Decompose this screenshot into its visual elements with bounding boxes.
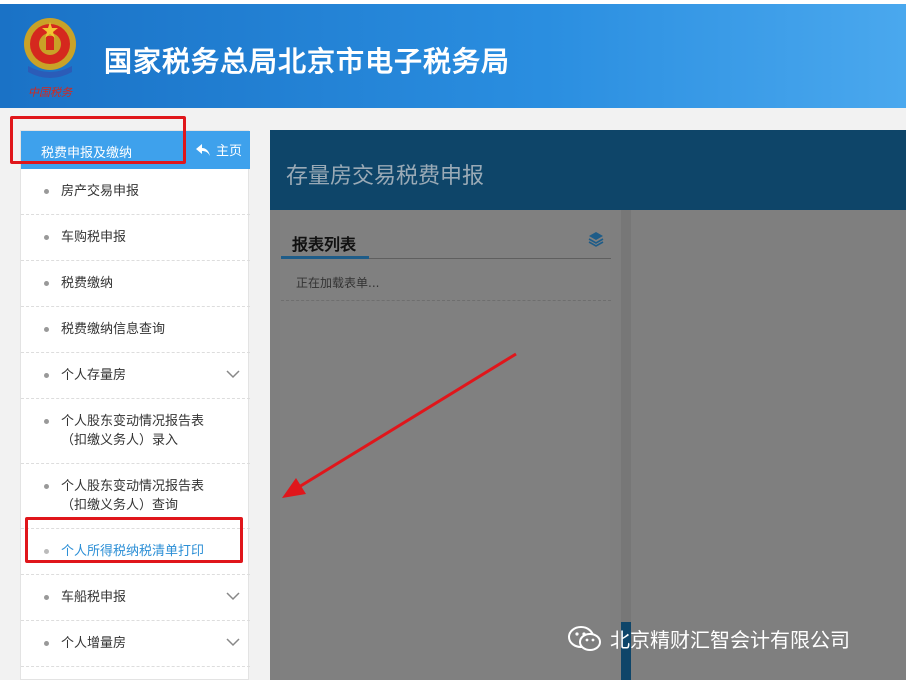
sidebar-item-personal-existing-housing[interactable]: 个人存量房	[21, 353, 250, 399]
highlight-box-section	[10, 116, 186, 164]
active-tab-indicator	[281, 256, 369, 259]
sidebar-item-label: 个人股东变动情况报告表（扣缴义务人）录入	[61, 414, 205, 448]
loading-text: 正在加载表单...	[296, 276, 380, 290]
wechat-icon	[568, 625, 601, 651]
page-title: 存量房交易税费申报	[286, 164, 485, 189]
sidebar-item-label: 个人存量房	[61, 368, 127, 383]
sidebar-item-label: 房产交易申报	[61, 184, 140, 199]
sidebar-item-label: 车船税申报	[61, 590, 127, 605]
sidebar-item-property-transaction[interactable]: 房产交易申报	[21, 169, 250, 215]
bullet-dot	[44, 595, 49, 600]
bullet-dot	[44, 484, 49, 489]
sidebar-item-personal-new-housing[interactable]: 个人增量房	[21, 621, 250, 667]
highlight-box-menu-item	[25, 517, 243, 563]
site-header: 中国税务 国家税务总局北京市电子税务局	[0, 0, 906, 108]
reply-back-icon	[195, 143, 210, 156]
tax-emblem-logo: 中国税务	[24, 18, 76, 99]
bullet-dot	[44, 327, 49, 332]
dashed-divider	[281, 300, 611, 301]
sidebar-item-label: 个人增量房	[61, 636, 127, 651]
sidebar-item-shareholder-report-entry[interactable]: 个人股东变动情况报告表（扣缴义务人）录入	[21, 399, 250, 464]
chevron-down-icon	[226, 370, 240, 379]
sidebar-item-label: 车购税申报	[61, 230, 127, 245]
watermark-text: 北京精财汇智会计有限公司	[610, 628, 850, 652]
bullet-dot	[44, 189, 49, 194]
tab-report-list[interactable]: 报表列表	[292, 231, 356, 255]
bullet-dot	[44, 281, 49, 286]
chevron-down-icon	[226, 592, 240, 601]
home-label: 主页	[215, 144, 242, 159]
watermark: 北京精财汇智会计有限公司	[568, 624, 850, 653]
chevron-down-icon	[226, 638, 240, 647]
sidebar: 税费申报及缴纳 主页 房产交易申报 车购税申报 税费缴纳 税费缴纳信息查询 个人…	[20, 130, 250, 680]
sidebar-menu: 房产交易申报 车购税申报 税费缴纳 税费缴纳信息查询 个人存量房 个人股东变动情…	[21, 169, 250, 667]
sidebar-item-vehicle-vessel-tax[interactable]: 车船税申报	[21, 575, 250, 621]
sidebar-item-payment-query[interactable]: 税费缴纳信息查询	[21, 307, 250, 353]
svg-text:中国税务: 中国税务	[28, 86, 73, 99]
bullet-dot	[44, 641, 49, 646]
site-title: 国家税务总局北京市电子税务局	[104, 45, 511, 78]
sidebar-item-label: 个人股东变动情况报告表（扣缴义务人）查询	[61, 479, 205, 513]
home-link[interactable]: 主页	[195, 140, 242, 159]
sidebar-item-tax-payment[interactable]: 税费缴纳	[21, 261, 250, 307]
panel-splitter[interactable]	[621, 210, 631, 680]
annotation-arrow-icon	[282, 352, 517, 498]
sidebar-item-vehicle-purchase-tax[interactable]: 车购税申报	[21, 215, 250, 261]
bullet-dot	[44, 419, 49, 424]
sidebar-item-label: 税费缴纳	[61, 276, 114, 291]
sidebar-item-label: 税费缴纳信息查询	[61, 322, 166, 337]
bullet-dot	[44, 235, 49, 240]
layers-icon[interactable]	[588, 231, 604, 247]
bullet-dot	[44, 373, 49, 378]
